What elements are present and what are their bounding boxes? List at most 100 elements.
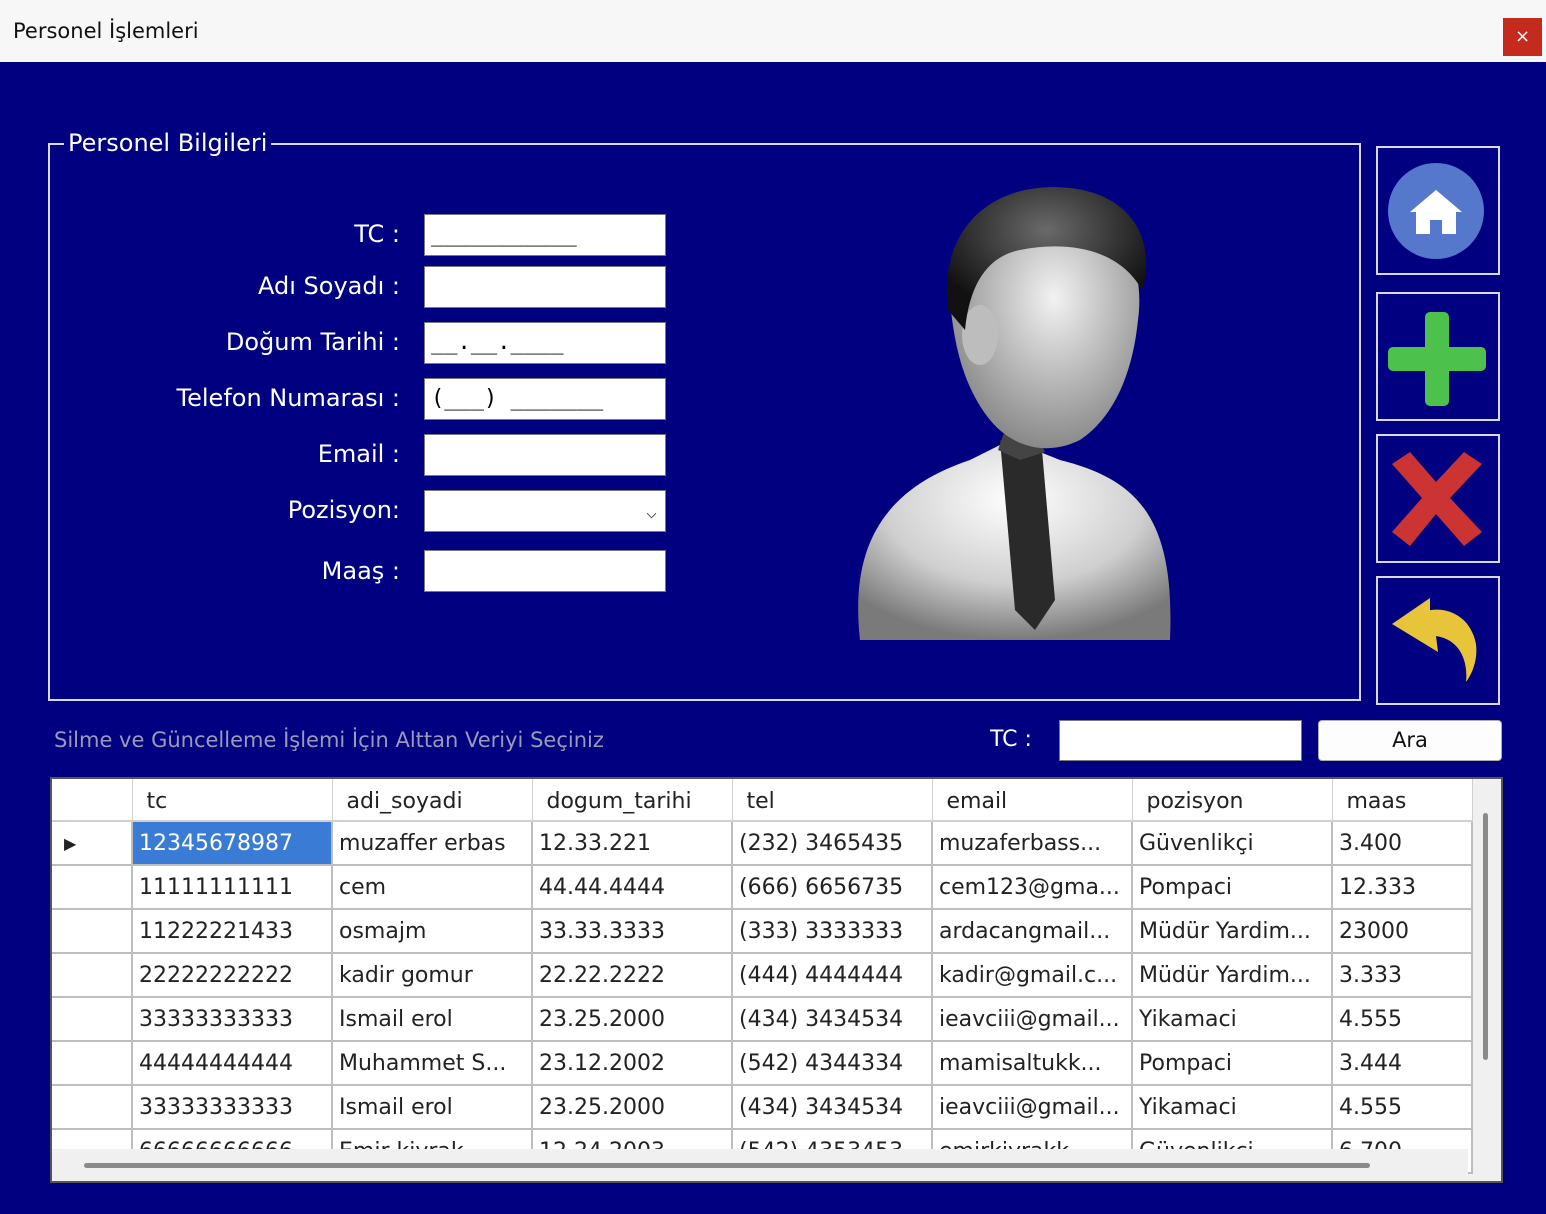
person-avatar-icon bbox=[858, 187, 1171, 640]
column-header[interactable]: tel bbox=[732, 779, 933, 822]
table-cell-tel[interactable]: (333) 3333333 bbox=[732, 909, 933, 954]
column-header[interactable]: adi_soyadi bbox=[332, 779, 533, 822]
table-cell-maas[interactable]: 12.333 bbox=[1332, 865, 1473, 910]
tc-field[interactable]: ___________ bbox=[424, 214, 666, 256]
salary-field[interactable] bbox=[424, 550, 666, 592]
table-cell-tel[interactable]: (444) 4444444 bbox=[732, 953, 933, 998]
table-cell-email[interactable]: ieavciii@gmail... bbox=[932, 1085, 1133, 1130]
column-header[interactable]: dogum_tarihi bbox=[532, 779, 733, 822]
table-cell-adi_soyadi[interactable]: muzaffer erbas bbox=[332, 821, 533, 866]
table-cell-adi_soyadi[interactable]: kadir gomur bbox=[332, 953, 533, 998]
table-row[interactable]: 44444444444 Muhammet S... 23.12.2002 (542) … bbox=[52, 1041, 1473, 1086]
row-header[interactable] bbox=[52, 1041, 133, 1086]
table-cell-adi_soyadi[interactable]: osmajm bbox=[332, 909, 533, 954]
table-cell-dogum_tarihi[interactable]: 23.25.2000 bbox=[532, 1085, 733, 1130]
table-cell-email[interactable]: muzaferbass... bbox=[932, 821, 1133, 866]
data-table: tc adi_soyadi dogum_tarihi tel email poz… bbox=[52, 779, 1473, 1174]
table-cell-adi_soyadi[interactable]: cem bbox=[332, 865, 533, 910]
table-row[interactable]: 33333333333 Ismail erol 23.25.2000 (434) 34… bbox=[52, 997, 1473, 1042]
position-select[interactable]: ⌵ bbox=[424, 490, 666, 532]
column-header[interactable]: pozisyon bbox=[1132, 779, 1333, 822]
table-cell-adi_soyadi[interactable]: Ismail erol bbox=[332, 1085, 533, 1130]
table-cell-pozisyon[interactable]: Yikamaci bbox=[1132, 1085, 1333, 1130]
table-cell-tel[interactable]: (434) 3434534 bbox=[732, 1085, 933, 1130]
table-cell-email[interactable]: mamisaltukk... bbox=[932, 1041, 1133, 1086]
table-cell-adi_soyadi[interactable]: Muhammet S... bbox=[332, 1041, 533, 1086]
table-cell-pozisyon[interactable]: Pompaci bbox=[1132, 1041, 1333, 1086]
delete-button[interactable] bbox=[1376, 434, 1500, 563]
table-row[interactable]: 11111111111 cem 44.44.4444 (666) 6656735 ce… bbox=[52, 865, 1473, 910]
table-cell-tc[interactable]: 12345678987 bbox=[132, 821, 333, 866]
table-cell-tel[interactable]: (542) 4344334 bbox=[732, 1041, 933, 1086]
group-title: Personel Bilgileri bbox=[64, 129, 272, 157]
add-button[interactable] bbox=[1376, 292, 1500, 421]
phone-label: Telefon Numarası : bbox=[176, 384, 400, 412]
table-cell-maas[interactable]: 4.555 bbox=[1332, 997, 1473, 1042]
table-cell-dogum_tarihi[interactable]: 23.25.2000 bbox=[532, 997, 733, 1042]
table-cell-email[interactable]: ardacangmail... bbox=[932, 909, 1133, 954]
table-cell-tel[interactable]: (666) 6656735 bbox=[732, 865, 933, 910]
table-cell-maas[interactable]: 4.555 bbox=[1332, 1085, 1473, 1130]
table-cell-maas[interactable]: 3.400 bbox=[1332, 821, 1473, 866]
row-header[interactable] bbox=[52, 997, 133, 1042]
table-cell-pozisyon[interactable]: Müdür Yardim... bbox=[1132, 953, 1333, 998]
table-cell-email[interactable]: kadir@gmail.c... bbox=[932, 953, 1133, 998]
table-cell-dogum_tarihi[interactable]: 22.22.2222 bbox=[532, 953, 733, 998]
row-header-corner bbox=[52, 779, 133, 822]
home-button[interactable] bbox=[1376, 146, 1500, 275]
table-cell-dogum_tarihi[interactable]: 33.33.3333 bbox=[532, 909, 733, 954]
row-header[interactable] bbox=[52, 953, 133, 998]
table-cell-tc[interactable]: 22222222222 bbox=[132, 953, 333, 998]
table-row[interactable]: 11222221433 osmajm 33.33.3333 (333) 3333333… bbox=[52, 909, 1473, 954]
birth-date-field[interactable]: __.__.____ bbox=[424, 322, 666, 364]
column-header[interactable]: tc bbox=[132, 779, 333, 822]
table-cell-pozisyon[interactable]: Yikamaci bbox=[1132, 997, 1333, 1042]
undo-button[interactable] bbox=[1376, 576, 1500, 705]
table-cell-tc[interactable]: 33333333333 bbox=[132, 997, 333, 1042]
table-row[interactable]: 33333333333 Ismail erol 23.25.2000 (434) 34… bbox=[52, 1085, 1473, 1130]
home-icon bbox=[1388, 163, 1484, 259]
table-row[interactable]: 22222222222 kadir gomur 22.22.2222 (444) 44… bbox=[52, 953, 1473, 998]
vertical-scrollbar[interactable] bbox=[1483, 813, 1488, 1060]
table-cell-tc[interactable]: 33333333333 bbox=[132, 1085, 333, 1130]
table-cell-tel[interactable]: (434) 3434534 bbox=[732, 997, 933, 1042]
table-cell-tc[interactable]: 11222221433 bbox=[132, 909, 333, 954]
close-button[interactable]: × bbox=[1503, 18, 1542, 56]
personnel-grid[interactable]: tc adi_soyadi dogum_tarihi tel email poz… bbox=[50, 777, 1503, 1183]
tc-label: TC : bbox=[354, 220, 400, 248]
table-cell-tc[interactable]: 44444444444 bbox=[132, 1041, 333, 1086]
chevron-down-icon: ⌵ bbox=[646, 502, 657, 523]
title-bar: Personel İşlemleri × bbox=[0, 0, 1546, 62]
column-header[interactable]: maas bbox=[1332, 779, 1473, 822]
search-button[interactable]: Ara bbox=[1318, 720, 1502, 761]
table-cell-maas[interactable]: 3.333 bbox=[1332, 953, 1473, 998]
email-field[interactable] bbox=[424, 434, 666, 476]
table-row[interactable]: ▶ 12345678987 muzaffer erbas 12.33.221 (232)… bbox=[52, 821, 1473, 866]
row-header[interactable] bbox=[52, 865, 133, 910]
table-cell-maas[interactable]: 23000 bbox=[1332, 909, 1473, 954]
row-header[interactable] bbox=[52, 1085, 133, 1130]
table-cell-adi_soyadi[interactable]: Ismail erol bbox=[332, 997, 533, 1042]
table-cell-dogum_tarihi[interactable]: 44.44.4444 bbox=[532, 865, 733, 910]
table-cell-tel[interactable]: (232) 3465435 bbox=[732, 821, 933, 866]
table-cell-maas[interactable]: 3.444 bbox=[1332, 1041, 1473, 1086]
window-title: Personel İşlemleri bbox=[13, 19, 199, 43]
horizontal-scrollbar[interactable] bbox=[84, 1163, 1370, 1168]
table-cell-tc[interactable]: 11111111111 bbox=[132, 865, 333, 910]
table-cell-pozisyon[interactable]: Müdür Yardim... bbox=[1132, 909, 1333, 954]
column-header[interactable]: email bbox=[932, 779, 1133, 822]
salary-label: Maaş : bbox=[321, 557, 400, 585]
table-cell-dogum_tarihi[interactable]: 23.12.2002 bbox=[532, 1041, 733, 1086]
phone-field[interactable]: (___) _______ bbox=[424, 378, 666, 420]
search-tc-label: TC : bbox=[990, 727, 1032, 752]
selection-hint: Silme ve Güncelleme İşlemi İçin Alttan V… bbox=[54, 728, 604, 752]
row-header[interactable] bbox=[52, 909, 133, 954]
table-cell-email[interactable]: cem123@gma... bbox=[932, 865, 1133, 910]
table-cell-pozisyon[interactable]: Pompaci bbox=[1132, 865, 1333, 910]
table-cell-email[interactable]: ieavciii@gmail... bbox=[932, 997, 1133, 1042]
row-header[interactable]: ▶ bbox=[52, 821, 133, 866]
table-cell-dogum_tarihi[interactable]: 12.33.221 bbox=[532, 821, 733, 866]
name-field[interactable] bbox=[424, 266, 666, 308]
table-cell-pozisyon[interactable]: Güvenlikçi bbox=[1132, 821, 1333, 866]
search-tc-input[interactable] bbox=[1059, 720, 1302, 761]
